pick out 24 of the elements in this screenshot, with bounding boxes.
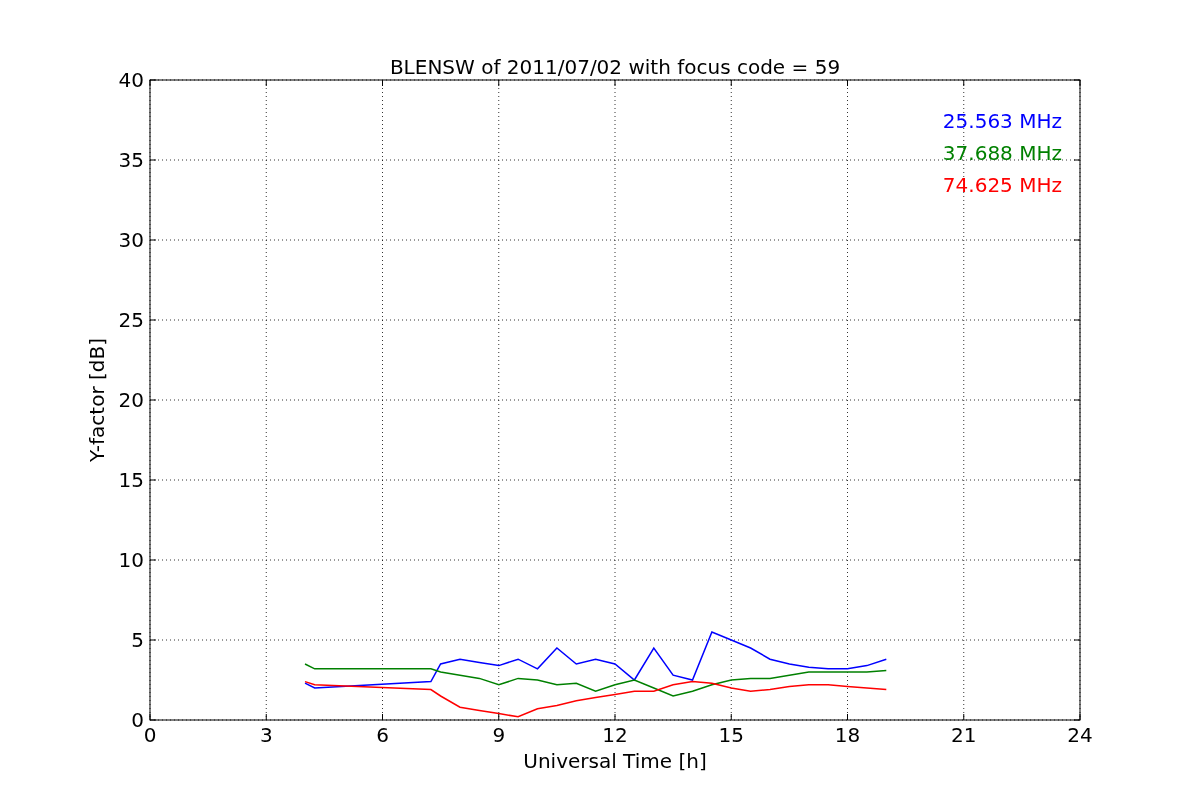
tick-label: 20: [118, 388, 144, 412]
tick-label: 6: [376, 723, 389, 747]
tick-label: 12: [602, 723, 628, 747]
tick-label: 0: [143, 723, 157, 747]
tick-label: 18: [834, 723, 861, 747]
legend-label: 37.688 MHz: [942, 141, 1062, 165]
axis-label: Y-factor [dB]: [85, 338, 109, 462]
tick-label: 15: [118, 468, 144, 492]
tick-label: 25: [118, 308, 144, 332]
legend-label: 25.563 MHz: [942, 109, 1062, 133]
axis-label: Universal Time [h]: [523, 749, 707, 773]
tick-label: 35: [118, 148, 144, 172]
tick-label: 21: [951, 723, 977, 747]
tick-label: 9: [492, 723, 506, 747]
tick-label: 15: [718, 723, 744, 747]
tick-label: 3: [259, 723, 273, 747]
tick-label: 30: [118, 228, 144, 252]
tick-label: 40: [118, 68, 144, 92]
tick-label: 24: [1067, 723, 1093, 747]
legend-label: 74.625 MHz: [942, 173, 1062, 197]
tick-label: 0: [131, 708, 144, 732]
tick-label: 5: [131, 628, 144, 652]
tick-label: 10: [118, 548, 144, 572]
chart-title: BLENSW of 2011/07/02 with focus code = 59: [389, 55, 841, 79]
